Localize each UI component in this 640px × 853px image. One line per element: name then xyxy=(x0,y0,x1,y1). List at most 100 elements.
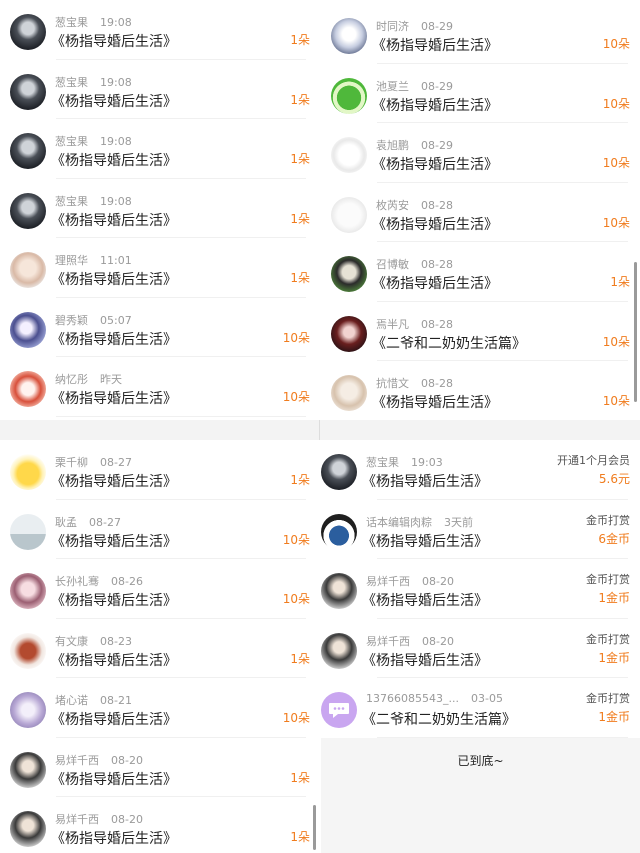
user-name[interactable]: 13766085543_... xyxy=(366,692,459,705)
user-name[interactable]: 枚芮安 xyxy=(376,199,409,212)
user-name[interactable]: 长孙礼骞 xyxy=(55,575,99,588)
user-name[interactable]: 理照华 xyxy=(55,254,88,267)
list-item[interactable]: 易烊千西 08-20 《杨指导婚后生活》 1朵 xyxy=(0,738,318,797)
user-name[interactable]: 葱宝果 xyxy=(55,195,88,208)
user-name[interactable]: 焉半凡 xyxy=(376,318,409,331)
list-item[interactable]: 抗惜文 08-28 《杨指导婚后生活》 10朵 xyxy=(321,361,640,420)
user-name[interactable]: 栗千柳 xyxy=(55,456,88,469)
avatar[interactable] xyxy=(10,311,46,348)
user-name[interactable]: 易烊千西 xyxy=(366,635,410,648)
list-item[interactable]: 长孙礼骞 08-26 《杨指导婚后生活》 10朵 xyxy=(0,559,318,619)
list-item[interactable]: 栗千柳 08-27 《杨指导婚后生活》 1朵 xyxy=(0,440,318,500)
user-name[interactable]: 池夏兰 xyxy=(376,80,409,93)
book-title[interactable]: 《杨指导婚后生活》 xyxy=(372,35,498,55)
user-name[interactable]: 堵心诺 xyxy=(55,694,88,707)
list-item[interactable]: 枚芮安 08-28 《杨指导婚后生活》 10朵 xyxy=(321,183,640,242)
user-name[interactable]: 耿孟 xyxy=(55,516,77,529)
avatar[interactable] xyxy=(321,513,357,550)
user-name[interactable]: 易烊千西 xyxy=(366,575,410,588)
list-item[interactable]: 话本编辑肉粽 3天前 《杨指导婚后生活》 金币打赏 6金币 xyxy=(321,500,640,559)
avatar[interactable] xyxy=(321,692,357,728)
avatar[interactable] xyxy=(331,18,367,54)
avatar[interactable] xyxy=(331,256,367,292)
avatar[interactable] xyxy=(10,454,46,490)
avatar[interactable] xyxy=(10,133,46,169)
book-title[interactable]: 《杨指导婚后生活》 xyxy=(372,273,498,293)
avatar[interactable] xyxy=(10,573,46,609)
list-item[interactable]: 理照华 11:01 《杨指导婚后生活》 1朵 xyxy=(0,238,318,298)
avatar[interactable] xyxy=(10,513,46,550)
avatar[interactable] xyxy=(10,371,46,407)
avatar[interactable] xyxy=(10,692,46,728)
avatar[interactable] xyxy=(321,632,357,669)
avatar[interactable] xyxy=(321,454,357,490)
list-item[interactable]: 池夏兰 08-29 《杨指导婚后生活》 10朵 xyxy=(321,64,640,123)
list-item[interactable]: 葱宝果 19:08 《杨指导婚后生活》 1朵 xyxy=(0,60,318,119)
list-item[interactable]: 易烊千西 08-20 《杨指导婚后生活》 金币打赏 1金币 xyxy=(321,559,640,619)
book-title[interactable]: 《杨指导婚后生活》 xyxy=(51,329,177,349)
book-title[interactable]: 《杨指导婚后生活》 xyxy=(51,150,177,170)
gift-list-panel-top-right[interactable]: 时同济 08-29 《杨指导婚后生活》 10朵 池夏兰 08-29 《杨指导婚后生活》 10朵… xyxy=(321,0,640,420)
user-name[interactable]: 袁旭鹏 xyxy=(376,139,409,152)
gift-list-panel-top-left[interactable]: 葱宝果 19:08 《杨指导婚后生活》 1朵 葱宝果 19:08 《杨指导婚后生活》 1朵 葱宝… xyxy=(0,0,318,420)
avatar[interactable] xyxy=(331,137,367,173)
list-item[interactable]: 葱宝果 19:03 《杨指导婚后生活》 开通1个月会员 5.6元 xyxy=(321,440,640,500)
user-name[interactable]: 话本编辑肉粽 xyxy=(366,516,432,529)
book-title[interactable]: 《杨指导婚后生活》 xyxy=(51,650,177,670)
avatar[interactable] xyxy=(321,573,357,609)
user-name[interactable]: 易烊千西 xyxy=(55,754,99,767)
book-title[interactable]: 《杨指导婚后生活》 xyxy=(372,214,498,234)
book-title[interactable]: 《杨指导婚后生活》 xyxy=(362,471,488,491)
user-name[interactable]: 易烊千西 xyxy=(55,813,99,826)
avatar[interactable] xyxy=(10,14,46,50)
list-item[interactable]: 葱宝果 19:08 《杨指导婚后生活》 1朵 xyxy=(0,179,318,238)
book-title[interactable]: 《杨指导婚后生活》 xyxy=(51,210,177,230)
list-item[interactable]: 葱宝果 19:08 《杨指导婚后生活》 1朵 xyxy=(0,0,318,60)
user-name[interactable]: 葱宝果 xyxy=(55,16,88,29)
user-name[interactable]: 葱宝果 xyxy=(55,135,88,148)
book-title[interactable]: 《杨指导婚后生活》 xyxy=(51,471,177,491)
book-title[interactable]: 《杨指导婚后生活》 xyxy=(51,590,177,610)
avatar[interactable] xyxy=(10,192,46,229)
user-name[interactable]: 召博敏 xyxy=(376,258,409,271)
avatar[interactable] xyxy=(10,751,46,788)
book-title[interactable]: 《杨指导婚后生活》 xyxy=(362,650,488,670)
avatar[interactable] xyxy=(10,73,46,110)
avatar[interactable] xyxy=(10,811,46,847)
book-title[interactable]: 《杨指导婚后生活》 xyxy=(51,531,177,551)
user-name[interactable]: 葱宝果 xyxy=(55,76,88,89)
list-item[interactable]: 易烊千西 08-20 《杨指导婚后生活》 金币打赏 1金币 xyxy=(321,619,640,678)
book-title[interactable]: 《杨指导婚后生活》 xyxy=(362,531,488,551)
book-title[interactable]: 《杨指导婚后生活》 xyxy=(51,769,177,789)
user-name[interactable]: 纳忆彤 xyxy=(55,373,88,386)
book-title[interactable]: 《杨指导婚后生活》 xyxy=(51,269,177,289)
avatar[interactable] xyxy=(10,252,46,288)
book-title[interactable]: 《杨指导婚后生活》 xyxy=(51,828,177,848)
list-item[interactable]: 易烊千西 08-20 《杨指导婚后生活》 1朵 xyxy=(0,797,318,853)
list-item[interactable]: 碧秀颖 05:07 《杨指导婚后生活》 10朵 xyxy=(0,298,318,357)
user-name[interactable]: 抗惜文 xyxy=(376,377,409,390)
book-title[interactable]: 《杨指导婚后生活》 xyxy=(372,154,498,174)
list-item[interactable]: 堵心诺 08-21 《杨指导婚后生活》 10朵 xyxy=(0,678,318,738)
list-item[interactable]: 焉半凡 08-28 《二爷和二奶奶生活篇》 10朵 xyxy=(321,302,640,361)
user-name[interactable]: 时同济 xyxy=(376,20,409,33)
book-title[interactable]: 《杨指导婚后生活》 xyxy=(362,590,488,610)
gift-list-panel-bottom-left[interactable]: 栗千柳 08-27 《杨指导婚后生活》 1朵 耿孟 08-27 《杨指导婚后生活》 10朵 长孙… xyxy=(0,440,318,853)
avatar[interactable] xyxy=(331,77,367,114)
user-name[interactable]: 碧秀颖 xyxy=(55,314,88,327)
scrollbar[interactable] xyxy=(313,805,316,850)
book-title[interactable]: 《杨指导婚后生活》 xyxy=(51,388,177,408)
avatar[interactable] xyxy=(10,632,46,669)
list-item[interactable]: 召博敏 08-28 《杨指导婚后生活》 1朵 xyxy=(321,242,640,302)
list-item[interactable]: 纳忆彤 昨天 《杨指导婚后生活》 10朵 xyxy=(0,357,318,417)
scrollbar[interactable] xyxy=(634,262,637,402)
book-title[interactable]: 《二爷和二奶奶生活篇》 xyxy=(372,333,526,353)
reward-list-panel-bottom-right[interactable]: 已到底~ 葱宝果 19:03 《杨指导婚后生活》 开通1个月会员 5.6元 话本编辑肉粽 3… xyxy=(321,440,640,853)
list-item[interactable]: 耿孟 08-27 《杨指导婚后生活》 10朵 xyxy=(0,500,318,559)
list-item[interactable]: 袁旭鹏 08-29 《杨指导婚后生活》 10朵 xyxy=(321,123,640,183)
list-item[interactable]: 时同济 08-29 《杨指导婚后生活》 10朵 xyxy=(321,4,640,64)
list-item[interactable]: 13766085543_... 03-05 《二爷和二奶奶生活篇》 金币打赏 1金币 xyxy=(321,678,640,738)
user-name[interactable]: 葱宝果 xyxy=(366,456,399,469)
user-name[interactable]: 有文康 xyxy=(55,635,88,648)
book-title[interactable]: 《杨指导婚后生活》 xyxy=(372,95,498,115)
